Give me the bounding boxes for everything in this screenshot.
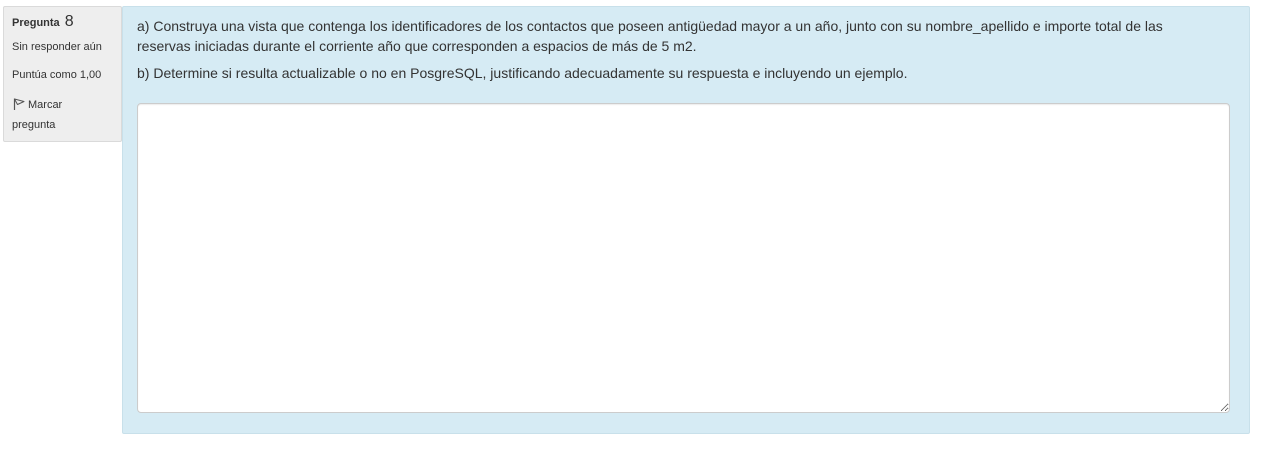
question-part-b: b) Determine si resulta actualizable o n… xyxy=(137,65,908,81)
question-page: Pregunta 8 Sin responder aún Puntúa como… xyxy=(0,0,1281,470)
question-label: Pregunta xyxy=(12,17,60,29)
flag-question-link[interactable]: Marcar pregunta xyxy=(12,95,102,135)
question-part-a: a) Construya una vista que contenga los … xyxy=(137,18,1163,54)
flag-icon xyxy=(12,97,26,111)
question-state: Sin responder aún xyxy=(12,41,102,53)
question-number-heading: Pregunta 8 xyxy=(12,12,74,33)
question-grade: Puntúa como 1,00 xyxy=(12,69,102,81)
question-info-panel: Pregunta 8 Sin responder aún Puntúa como… xyxy=(3,6,122,142)
question-content-panel: a) Construya una vista que contenga los … xyxy=(122,6,1250,434)
question-number: 8 xyxy=(64,13,74,30)
answer-textarea[interactable] xyxy=(137,103,1230,413)
question-text: a) Construya una vista que contenga los … xyxy=(137,16,1217,90)
